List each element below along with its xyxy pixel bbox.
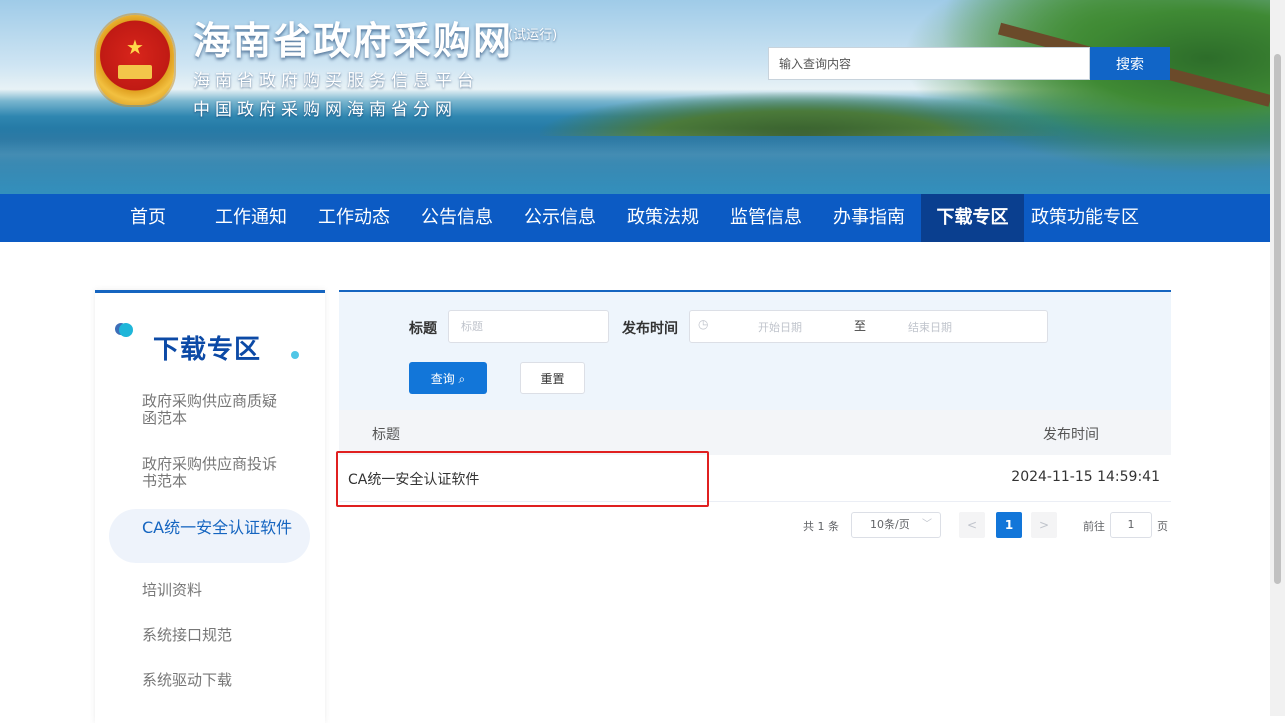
query-button[interactable]: 查询 ⌕ <box>409 362 487 394</box>
search-input[interactable] <box>768 47 1090 80</box>
sidebar-item-complaint-template[interactable]: 政府采购供应商投诉书范本 <box>142 456 282 490</box>
page-scrollbar[interactable] <box>1270 0 1285 716</box>
date-range-picker[interactable]: ◷ 开始日期 至 结束日期 <box>689 310 1048 343</box>
search-icon: ⌕ <box>458 371 466 386</box>
date-range-separator: 至 <box>854 319 867 333</box>
sidebar-item-objection-template[interactable]: 政府采购供应商质疑函范本 <box>142 393 282 427</box>
nav-item-work-notice[interactable]: 工作通知 <box>212 194 290 242</box>
nav-item-guide[interactable]: 办事指南 <box>830 194 908 242</box>
decorative-dot-icon <box>119 323 133 337</box>
page-unit-label: 页 <box>1157 520 1168 533</box>
main-content: 标题 标题 发布时间 ◷ 开始日期 至 结束日期 查询 ⌕ 重置 标题 发布时间… <box>336 290 1171 710</box>
nav-item-policy-function[interactable]: 政策功能专区 <box>1027 194 1143 242</box>
column-header-title: 标题 <box>372 427 400 443</box>
nav-item-policies[interactable]: 政策法规 <box>624 194 702 242</box>
site-subtitle-1: 海南省政府购买服务信息平台 <box>193 71 479 91</box>
sidebar-item-interface-spec[interactable]: 系统接口规范 <box>142 627 282 644</box>
sidebar-title: 下载专区 <box>153 335 262 365</box>
main-nav: 首页 工作通知 工作动态 公告信息 公示信息 政策法规 监管信息 办事指南 下载… <box>0 194 1270 242</box>
pagination-total: 共 1 条 <box>803 520 839 533</box>
table-header: 标题 发布时间 <box>339 410 1171 455</box>
scrollbar-thumb[interactable] <box>1274 54 1281 584</box>
site-title[interactable]: 海南省政府采购网 <box>193 10 513 65</box>
chevron-down-icon: ﹀ <box>922 519 932 530</box>
query-button-label: 查询 <box>430 371 455 386</box>
nav-item-work-news[interactable]: 工作动态 <box>315 194 393 242</box>
clock-icon: ◷ <box>698 317 709 331</box>
filter-panel: 标题 标题 发布时间 ◷ 开始日期 至 结束日期 查询 ⌕ 重置 <box>339 292 1171 410</box>
nav-item-publicity[interactable]: 公示信息 <box>521 194 599 242</box>
national-emblem-icon: ★ <box>96 15 174 105</box>
next-page-button[interactable]: > <box>1031 512 1057 538</box>
title-filter-label: 标题 <box>409 321 437 337</box>
title-filter-input[interactable]: 标题 <box>448 310 609 343</box>
row-publish-time: 2024-11-15 14:59:41 <box>1011 469 1160 485</box>
site-subtitle-2: 中国政府采购网海南省分网 <box>193 100 457 120</box>
highlight-box <box>336 451 709 507</box>
sidebar-item-training[interactable]: 培训资料 <box>142 582 282 599</box>
nav-item-downloads[interactable]: 下载专区 <box>921 194 1024 242</box>
header-banner: ★ 海南省政府采购网 (试运行) 海南省政府购买服务信息平台 中国政府采购网海南… <box>0 0 1270 194</box>
search-button[interactable]: 搜索 <box>1090 47 1170 80</box>
trial-badge: (试运行) <box>508 28 558 43</box>
prev-page-button[interactable]: < <box>959 512 985 538</box>
nav-item-home[interactable]: 首页 <box>128 194 168 242</box>
palm-decoration <box>850 0 1270 194</box>
goto-page-input[interactable]: 1 <box>1110 512 1152 538</box>
nav-item-supervision[interactable]: 监管信息 <box>727 194 805 242</box>
sidebar-item-ca-software[interactable]: CA统一安全认证软件 <box>109 509 310 563</box>
nav-item-announcements[interactable]: 公告信息 <box>418 194 496 242</box>
end-date-input[interactable]: 结束日期 <box>908 319 952 335</box>
time-filter-label: 发布时间 <box>622 321 678 337</box>
goto-label: 前往 <box>1083 520 1105 533</box>
page-number-current[interactable]: 1 <box>996 512 1022 538</box>
reset-button[interactable]: 重置 <box>520 362 585 394</box>
page-size-value: 10条/页 <box>870 518 910 531</box>
sidebar-item-driver-download[interactable]: 系统驱动下载 <box>142 672 282 689</box>
page-size-select[interactable]: 10条/页 ﹀ <box>851 512 941 538</box>
decorative-dot-icon <box>291 351 299 359</box>
sidebar: 下载专区 政府采购供应商质疑函范本 政府采购供应商投诉书范本 CA统一安全认证软… <box>95 290 325 723</box>
start-date-input[interactable]: 开始日期 <box>758 319 802 335</box>
column-header-time: 发布时间 <box>1043 427 1099 443</box>
